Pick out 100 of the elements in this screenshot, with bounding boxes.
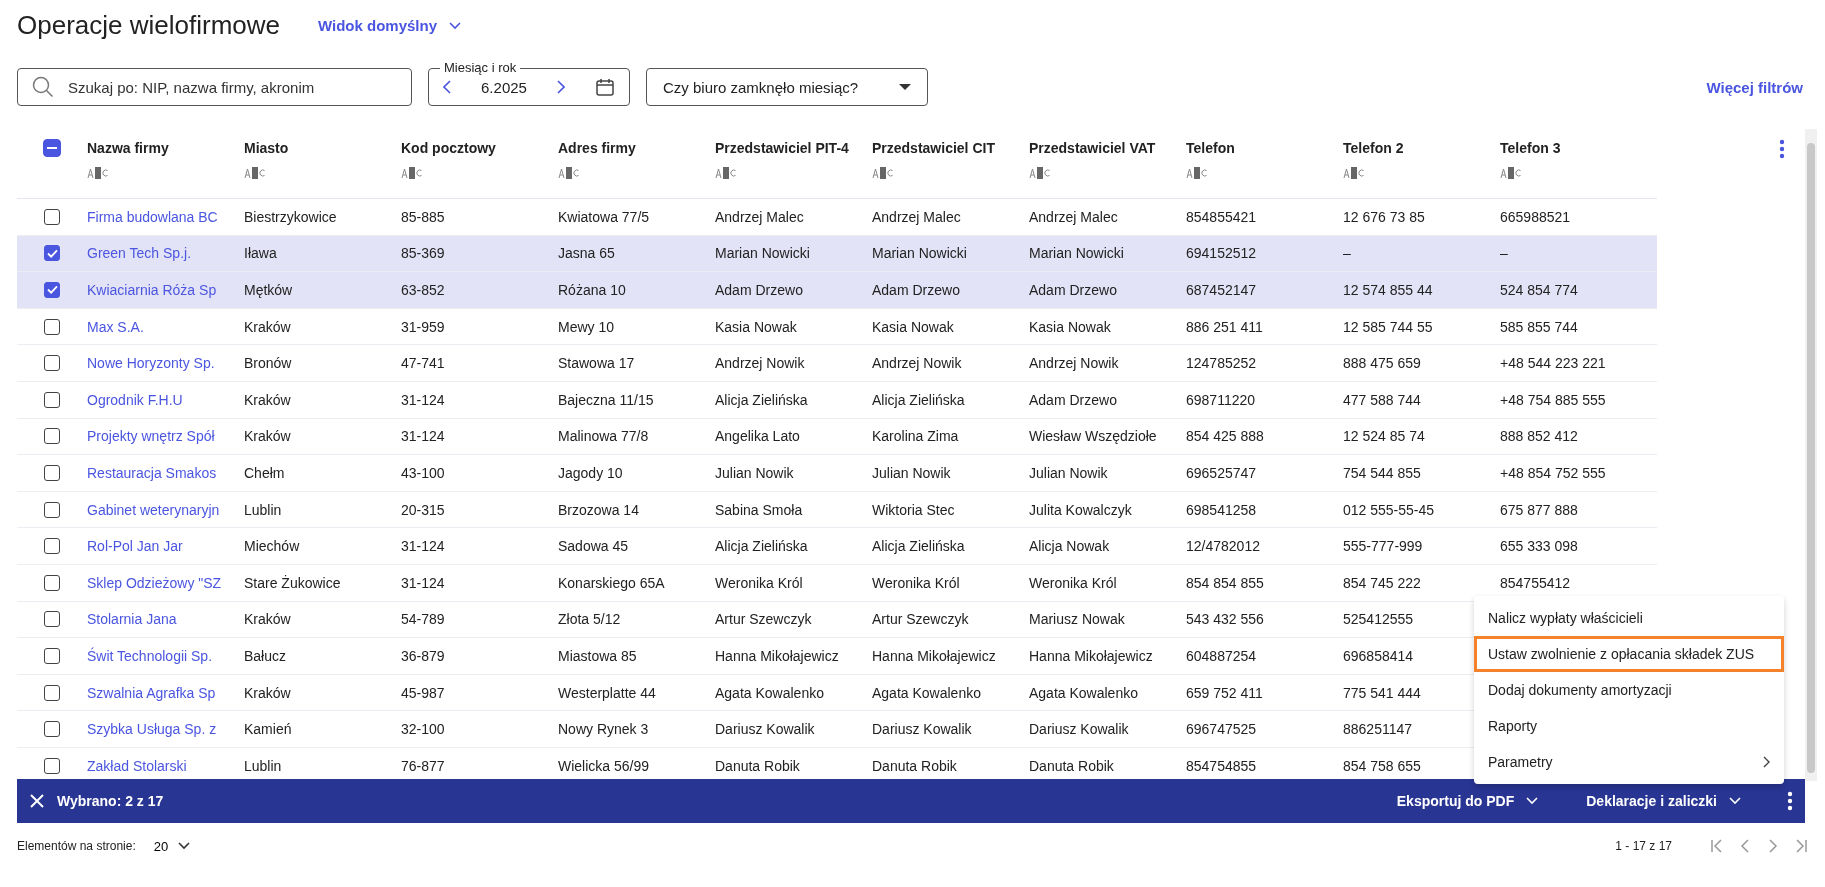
company-link[interactable]: Firma budowlana BC xyxy=(87,208,218,225)
row-checkbox[interactable] xyxy=(44,464,60,481)
search-field[interactable]: Szukaj po: NIP, nazwa firmy, akronim xyxy=(17,68,412,106)
more-options-icon[interactable] xyxy=(1787,790,1793,811)
column-header[interactable]: Przedstawiciel CIT xyxy=(872,140,995,156)
row-checkbox[interactable] xyxy=(44,391,60,408)
table-cell: – xyxy=(1343,245,1351,262)
menu-item[interactable]: Parametry xyxy=(1474,744,1784,780)
table-cell: Malinowa 77/8 xyxy=(558,428,649,445)
next-page-icon[interactable] xyxy=(1766,839,1780,853)
calendar-icon[interactable] xyxy=(595,77,615,97)
page-size-dropdown[interactable]: 20 xyxy=(153,838,191,854)
table-cell: Mariusz Nowak xyxy=(1029,611,1125,628)
column-header[interactable]: Nazwa firmy xyxy=(87,140,169,156)
column-header[interactable]: Przedstawiciel VAT xyxy=(1029,140,1156,156)
table-cell: Agata Kowalenko xyxy=(1029,684,1138,701)
company-link[interactable]: Szwalnia Agrafka Sp xyxy=(87,684,216,701)
column-header[interactable]: Telefon xyxy=(1186,140,1235,156)
table-cell: 696747525 xyxy=(1186,721,1257,738)
text-filter-icon[interactable] xyxy=(1186,167,1208,179)
table-cell: Lublin xyxy=(244,501,282,518)
company-link[interactable]: Stolarnia Jana xyxy=(87,611,177,628)
company-link[interactable]: Sklep Odzieżowy "SZ xyxy=(87,574,222,591)
company-link[interactable]: Świt Technologii Sp. xyxy=(87,647,213,664)
row-checkbox[interactable] xyxy=(44,684,60,701)
table-cell: Julian Nowik xyxy=(872,464,951,481)
search-icon xyxy=(32,76,54,98)
row-checkbox[interactable] xyxy=(44,245,60,262)
company-link[interactable]: Nowe Horyzonty Sp. xyxy=(87,355,215,372)
column-header[interactable]: Przedstawiciel PIT-4 xyxy=(715,140,849,156)
company-link[interactable]: Ogrodnik F.H.U xyxy=(87,391,183,408)
table-cell: 659 752 411 xyxy=(1186,684,1263,701)
scrollbar-thumb[interactable] xyxy=(1807,143,1815,773)
table-cell: Marian Nowicki xyxy=(872,245,967,262)
table-cell: 477 588 744 xyxy=(1343,391,1421,408)
close-icon[interactable] xyxy=(29,792,45,809)
column-header[interactable]: Kod pocztowy xyxy=(401,140,496,156)
table-cell: 12 676 73 85 xyxy=(1343,208,1425,225)
text-filter-icon[interactable] xyxy=(401,167,423,179)
table-cell: 555-777-999 xyxy=(1343,538,1423,555)
row-checkbox[interactable] xyxy=(44,208,60,225)
action-dropdown[interactable]: Deklaracje i zaliczki xyxy=(1586,792,1741,809)
row-checkbox[interactable] xyxy=(44,355,60,372)
first-page-icon[interactable] xyxy=(1710,839,1724,853)
column-header[interactable]: Telefon 2 xyxy=(1343,140,1404,156)
text-filter-icon[interactable] xyxy=(558,167,580,179)
table-cell: Alicja Zielińska xyxy=(715,538,808,555)
company-link[interactable]: Rol-Pol Jan Jar xyxy=(87,538,183,555)
menu-item[interactable]: Raporty xyxy=(1474,708,1784,744)
row-checkbox[interactable] xyxy=(44,282,60,298)
text-filter-icon[interactable] xyxy=(1500,167,1522,179)
text-filter-icon[interactable] xyxy=(1029,167,1051,179)
text-filter-icon[interactable] xyxy=(1343,167,1365,179)
table-cell: 63-852 xyxy=(401,282,445,298)
chevron-down-icon xyxy=(1729,796,1741,805)
company-link[interactable]: Szybka Usługa Sp. z xyxy=(87,721,217,738)
column-header[interactable]: Miasto xyxy=(244,140,289,156)
previous-page-icon[interactable] xyxy=(1738,839,1752,853)
row-checkbox[interactable] xyxy=(44,757,60,774)
table-cell: Kwiatowa 77/5 xyxy=(558,208,650,225)
table-cell: Andrzej Nowik xyxy=(715,355,805,372)
menu-item[interactable]: Ustaw zwolnienie z opłacania składek ZUS xyxy=(1474,636,1784,672)
row-checkbox[interactable] xyxy=(44,538,60,555)
table-cell: Alicja Zielińska xyxy=(872,538,965,555)
text-filter-icon[interactable] xyxy=(872,167,894,179)
table-cell: 886 251 411 xyxy=(1186,318,1263,335)
text-filter-icon[interactable] xyxy=(244,167,266,179)
table-cell: Jagody 10 xyxy=(558,464,623,481)
more-filters-link[interactable]: Więcej filtrów xyxy=(1706,78,1808,96)
last-page-icon[interactable] xyxy=(1794,839,1808,853)
table-cell: Alicja Zielińska xyxy=(715,391,808,408)
row-checkbox[interactable] xyxy=(44,647,60,664)
row-checkbox[interactable] xyxy=(44,428,60,445)
company-link[interactable]: Zakład Stolarski xyxy=(87,757,187,774)
table-cell: Marian Nowicki xyxy=(715,245,810,262)
table-cell: Weronika Król xyxy=(715,574,803,591)
company-link[interactable]: Max S.A. xyxy=(87,318,144,335)
select-all-checkbox[interactable] xyxy=(43,139,61,157)
company-link[interactable]: Gabinet weterynaryjn xyxy=(87,501,220,518)
row-checkbox[interactable] xyxy=(44,721,60,738)
row-checkbox[interactable] xyxy=(44,318,60,335)
menu-item[interactable]: Dodaj dokumenty amortyzacji xyxy=(1474,672,1784,708)
view-selector[interactable]: Widok domyślny xyxy=(318,17,462,34)
text-filter-icon[interactable] xyxy=(715,167,737,179)
company-link[interactable]: Projekty wnętrz Spół xyxy=(87,428,215,445)
office-closed-dropdown[interactable]: Czy biuro zamknęło miesiąc? xyxy=(646,68,928,106)
column-header[interactable]: Telefon 3 xyxy=(1500,140,1561,156)
company-link[interactable]: Restauracja Smakos xyxy=(87,464,217,481)
row-checkbox[interactable] xyxy=(44,611,60,628)
table-cell: +48 854 752 555 xyxy=(1500,464,1606,481)
action-dropdown[interactable]: Eksportuj do PDF xyxy=(1396,792,1539,809)
next-month-button[interactable] xyxy=(556,80,565,94)
row-checkbox[interactable] xyxy=(44,574,60,591)
text-filter-icon[interactable] xyxy=(87,167,109,179)
table-cell: Westerplatte 44 xyxy=(558,684,656,701)
previous-month-button[interactable] xyxy=(443,80,451,94)
table-cell: 525412555 xyxy=(1343,611,1414,628)
row-checkbox[interactable] xyxy=(44,501,60,518)
column-header[interactable]: Adres firmy xyxy=(558,140,636,156)
menu-item[interactable]: Nalicz wypłaty właścicieli xyxy=(1474,600,1784,636)
